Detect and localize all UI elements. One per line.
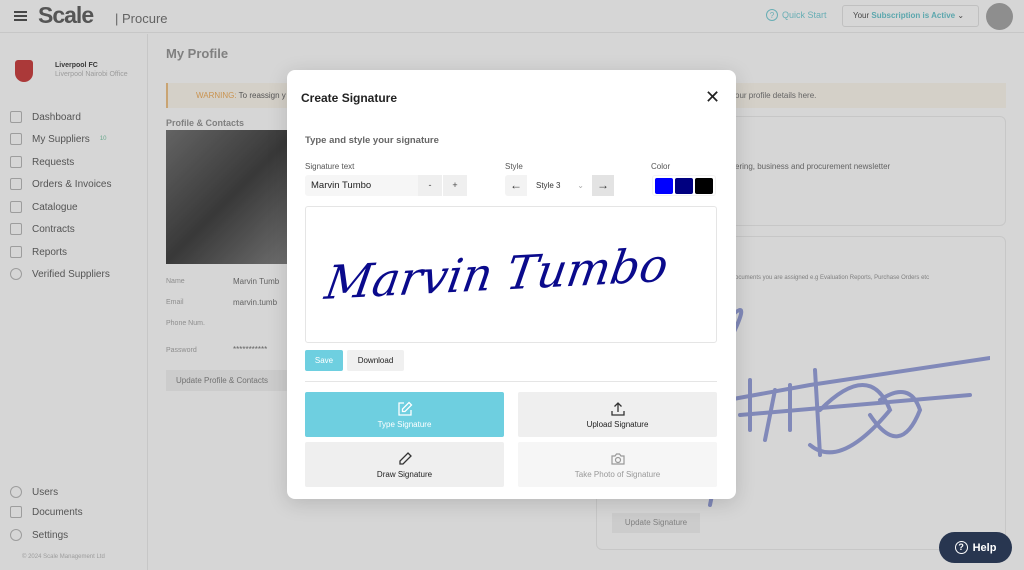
divider — [305, 381, 717, 382]
signature-preview: Marvin Tumbo — [305, 206, 717, 343]
upload-icon — [610, 402, 625, 416]
take-photo-button[interactable]: Take Photo of Signature — [518, 442, 717, 487]
signature-text-input[interactable] — [305, 175, 418, 196]
help-button[interactable]: ? Help — [939, 532, 1012, 563]
color-swatch-navy[interactable] — [675, 178, 693, 194]
pencil-icon — [398, 452, 412, 465]
download-button[interactable]: Download — [347, 350, 404, 371]
color-swatch-blue[interactable] — [655, 178, 673, 194]
previous-style-button[interactable]: ← — [505, 175, 527, 196]
save-button[interactable]: Save — [305, 350, 343, 371]
color-label: Color — [651, 162, 671, 171]
help-circle-icon: ? — [954, 541, 968, 554]
type-signature-button[interactable]: Type Signature — [305, 392, 504, 437]
signature-preview-image: Marvin Tumbo — [321, 238, 672, 310]
close-icon[interactable]: ✕ — [705, 88, 720, 106]
upload-signature-button[interactable]: Upload Signature — [518, 392, 717, 437]
signature-text-label: Signature text — [305, 162, 355, 171]
modal-title: Create Signature — [301, 91, 398, 105]
style-label: Style — [505, 162, 523, 171]
color-picker — [652, 175, 716, 196]
create-signature-modal: Create Signature ✕ Type and style your s… — [287, 70, 736, 499]
color-swatch-black[interactable] — [695, 178, 713, 194]
increase-size-button[interactable]: + — [443, 175, 467, 196]
camera-icon — [610, 453, 625, 465]
decrease-size-button[interactable]: - — [418, 175, 442, 196]
chevron-down-icon: ⌄ — [577, 181, 584, 190]
signature-preview-text: Marvin Tumbo — [321, 238, 672, 310]
edit-icon — [397, 401, 412, 416]
style-selector: ← Style 3 ⌄ → — [505, 175, 614, 196]
draw-signature-button[interactable]: Draw Signature — [305, 442, 504, 487]
style-select[interactable]: Style 3 ⌄ — [527, 175, 592, 196]
section-heading: Type and style your signature — [305, 135, 439, 146]
next-style-button[interactable]: → — [592, 175, 614, 196]
